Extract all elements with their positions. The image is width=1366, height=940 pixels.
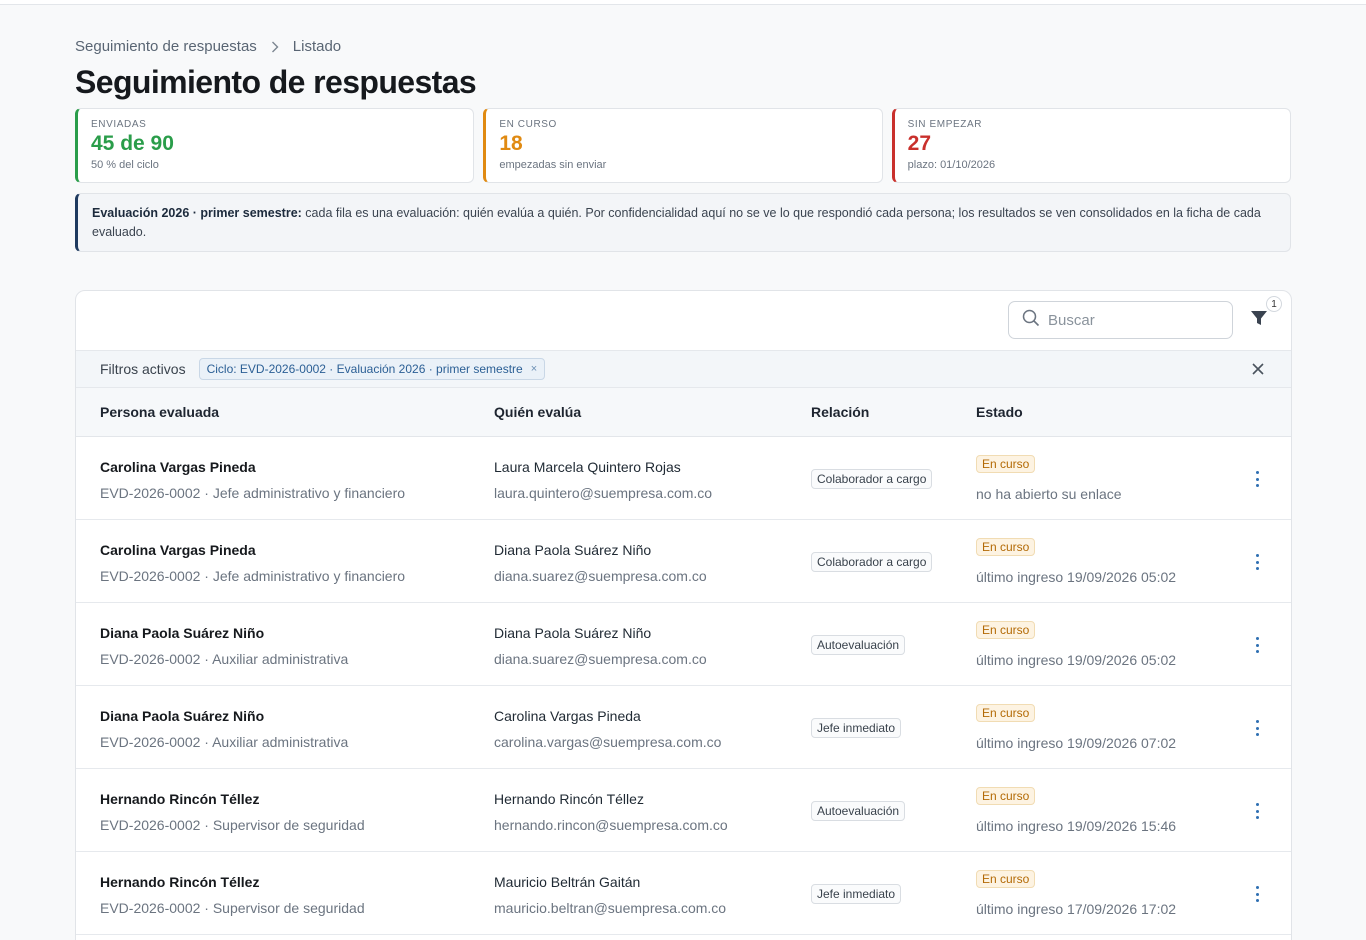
filter-icon <box>1250 309 1268 332</box>
relation-badge: Colaborador a cargo <box>811 552 933 572</box>
breadcrumb-current: Listado <box>292 38 342 55</box>
responses-card: 1 Filtros activos Ciclo: EVD-2026-0002 ·… <box>75 290 1292 940</box>
relation-badge: Jefe inmediato <box>811 718 902 738</box>
evaluator-name: Hernando Rincón Téllez <box>494 791 644 807</box>
chevron-right-icon <box>271 41 279 53</box>
stat-sub: 50 % del ciclo <box>91 159 159 171</box>
table-row[interactable]: Hernando Rincón Téllez EVD-2026-0002 · S… <box>76 852 1291 935</box>
status-badge: En curso <box>976 455 1036 473</box>
evaluator-email: diana.suarez@suempresa.com.co <box>494 568 707 584</box>
relation-badge: Autoevaluación <box>811 635 906 655</box>
table-row[interactable]: Carolina Vargas Pineda EVD-2026-0002 · J… <box>76 437 1291 520</box>
filter-chip-label: Ciclo: EVD-2026-0002 · Evaluación 2026 ·… <box>206 362 523 376</box>
status-note: último ingreso 19/09/2026 15:46 <box>976 818 1177 834</box>
evaluator-name: Diana Paola Suárez Niño <box>494 542 652 558</box>
more-vertical-icon[interactable] <box>1248 884 1266 904</box>
column-header-state[interactable]: Estado <box>976 404 1023 420</box>
close-icon[interactable] <box>1251 362 1265 376</box>
status-badge: En curso <box>976 621 1036 639</box>
stat-label: ENVIADAS <box>91 119 147 130</box>
filter-chip-remove-icon[interactable]: × <box>531 363 537 375</box>
evaluator-email: diana.suarez@suempresa.com.co <box>494 651 707 667</box>
person-detail: EVD-2026-0002 · Supervisor de seguridad <box>100 817 365 833</box>
person-name: Carolina Vargas Pineda <box>100 542 256 558</box>
more-vertical-icon[interactable] <box>1248 552 1266 572</box>
filter-button[interactable] <box>1246 307 1272 333</box>
table-header: Persona evaluada Quién evalúa Relación E… <box>76 388 1291 437</box>
column-header-person[interactable]: Persona evaluada <box>100 404 219 420</box>
stat-card-not-started: SIN EMPEZAR 27 plazo: 01/10/2026 <box>891 108 1291 183</box>
status-note: último ingreso 17/09/2026 17:02 <box>976 901 1177 917</box>
table-row[interactable]: Carolina Vargas Pineda EVD-2026-0002 · J… <box>76 520 1291 603</box>
search-input[interactable] <box>1048 311 1218 329</box>
person-detail: EVD-2026-0002 · Auxiliar administrativa <box>100 651 349 667</box>
evaluator-name: Diana Paola Suárez Niño <box>494 625 652 641</box>
relation-badge: Colaborador a cargo <box>811 469 933 489</box>
stat-sub: plazo: 01/10/2026 <box>907 159 996 171</box>
person-detail: EVD-2026-0002 · Jefe administrativo y fi… <box>100 568 406 584</box>
stat-label: SIN EMPEZAR <box>907 119 983 130</box>
evaluator-email: laura.quintero@suempresa.com.co <box>494 485 713 501</box>
person-name: Hernando Rincón Téllez <box>100 874 260 890</box>
evaluator-name: Laura Marcela Quintero Rojas <box>494 459 681 475</box>
evaluator-email: hernando.rincon@suempresa.com.co <box>494 817 728 833</box>
active-filters-label: Filtros activos <box>100 361 186 377</box>
search-box[interactable] <box>1008 301 1233 339</box>
table-body: Carolina Vargas Pineda EVD-2026-0002 · J… <box>76 437 1291 935</box>
evaluator-name: Carolina Vargas Pineda <box>494 708 641 724</box>
stat-value: 27 <box>907 132 932 155</box>
info-banner: Evaluación 2026 · primer semestre: cada … <box>75 193 1291 252</box>
stats-row: ENVIADAS 45 de 90 50 % del ciclo EN CURS… <box>75 108 1291 183</box>
breadcrumb-parent[interactable]: Seguimiento de respuestas <box>75 38 257 55</box>
person-detail: EVD-2026-0002 · Supervisor de seguridad <box>100 900 365 916</box>
table-row[interactable]: Diana Paola Suárez Niño EVD-2026-0002 · … <box>76 603 1291 686</box>
relation-badge: Jefe inmediato <box>811 884 902 904</box>
column-header-evaluator[interactable]: Quién evalúa <box>494 404 581 420</box>
stat-label: EN CURSO <box>499 119 557 130</box>
status-badge: En curso <box>976 538 1036 556</box>
evaluator-name: Mauricio Beltrán Gaitán <box>494 874 641 890</box>
person-name: Diana Paola Suárez Niño <box>100 708 265 724</box>
stat-value: 45 de 90 <box>91 132 174 155</box>
table-row[interactable]: Hernando Rincón Téllez EVD-2026-0002 · S… <box>76 769 1291 852</box>
person-name: Hernando Rincón Téllez <box>100 791 260 807</box>
column-header-relation[interactable]: Relación <box>811 404 869 420</box>
relation-badge: Autoevaluación <box>811 801 906 821</box>
stat-value: 18 <box>499 132 523 155</box>
evaluator-email: mauricio.beltran@suempresa.com.co <box>494 900 727 916</box>
toolbar: 1 <box>76 291 1291 350</box>
person-detail: EVD-2026-0002 · Auxiliar administrativa <box>100 734 349 750</box>
search-icon <box>1022 309 1040 332</box>
page-title: Seguimiento de respuestas <box>75 64 477 100</box>
status-note: no ha abierto su enlace <box>976 486 1122 502</box>
stat-sub: empezadas sin enviar <box>499 159 607 171</box>
status-note: último ingreso 19/09/2026 05:02 <box>976 652 1177 668</box>
more-vertical-icon[interactable] <box>1248 801 1266 821</box>
top-bar <box>0 0 1366 5</box>
evaluator-email: carolina.vargas@suempresa.com.co <box>494 734 722 750</box>
table-row[interactable]: Diana Paola Suárez Niño EVD-2026-0002 · … <box>76 686 1291 769</box>
active-filters-bar: Filtros activos Ciclo: EVD-2026-0002 · E… <box>76 350 1291 388</box>
status-badge: En curso <box>976 704 1036 722</box>
breadcrumb: Seguimiento de respuestas Listado <box>75 38 341 55</box>
filter-count-badge: 1 <box>1266 296 1282 312</box>
filter-chip[interactable]: Ciclo: EVD-2026-0002 · Evaluación 2026 ·… <box>198 358 546 380</box>
status-badge: En curso <box>976 870 1036 888</box>
stat-card-in-progress: EN CURSO 18 empezadas sin enviar <box>483 108 883 183</box>
more-vertical-icon[interactable] <box>1248 718 1266 738</box>
status-note: último ingreso 19/09/2026 05:02 <box>976 569 1177 585</box>
info-bold: Evaluación 2026 · primer semestre: <box>92 206 302 220</box>
status-badge: En curso <box>976 787 1036 805</box>
more-vertical-icon[interactable] <box>1248 635 1266 655</box>
person-detail: EVD-2026-0002 · Jefe administrativo y fi… <box>100 485 406 501</box>
more-vertical-icon[interactable] <box>1248 469 1266 489</box>
stat-card-sent: ENVIADAS 45 de 90 50 % del ciclo <box>75 108 475 183</box>
person-name: Diana Paola Suárez Niño <box>100 625 265 641</box>
person-name: Carolina Vargas Pineda <box>100 459 256 475</box>
status-note: último ingreso 19/09/2026 07:02 <box>976 735 1177 751</box>
